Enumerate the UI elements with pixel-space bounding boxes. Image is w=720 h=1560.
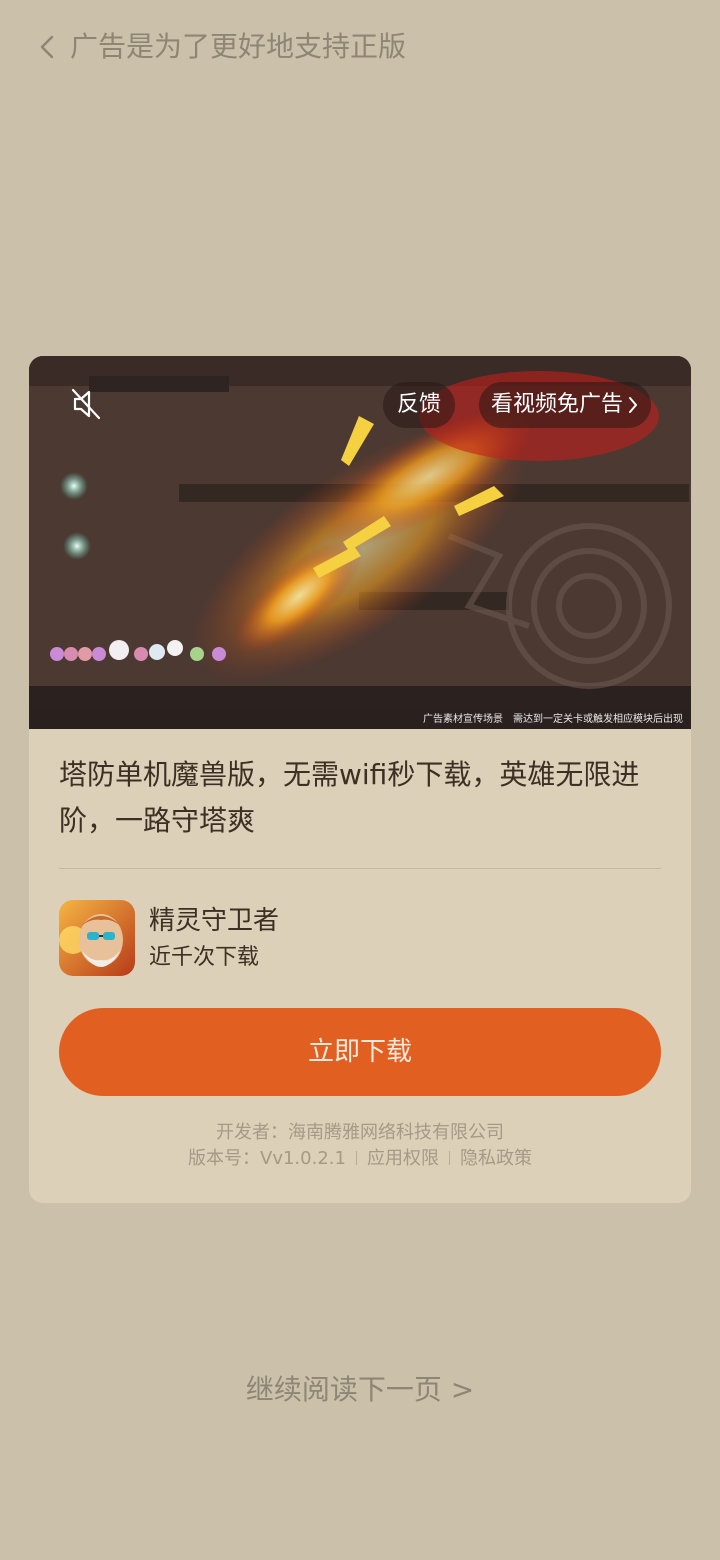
app-permissions-link[interactable]: 应用权限 [367,1148,439,1169]
watch-video-skip-ad-button[interactable]: 看视频免广告 [479,382,652,428]
app-name[interactable]: 精灵守卫者 [149,904,279,938]
developer-name: 海南腾雅网络科技有限公司 [288,1122,504,1143]
privacy-policy-link[interactable]: 隐私政策 [460,1148,532,1169]
version-label: 版本号： [188,1148,261,1169]
page-title: 广告是为了更好地支持正版 [70,30,407,63]
developer-label: 开发者： [216,1122,288,1143]
chevron-right-icon [629,397,638,413]
version-number: Vv1.0.2.1 [260,1148,346,1169]
ad-video[interactable]: 反馈 看视频免广告 广告素材宣传场景 需达到一定关卡或触发相应模块后出现 [29,356,691,729]
app-meta-line: 版本号：Vv1.0.2.1 应用权限 隐私政策 [29,1146,691,1172]
ad-card[interactable]: 反馈 看视频免广告 广告素材宣传场景 需达到一定关卡或触发相应模块后出现 塔防单… [29,356,691,1203]
chevron-left-icon [40,35,54,59]
app-logo-icon [59,900,135,976]
ad-media-caption: 广告素材宣传场景 需达到一定关卡或触发相应模块后出现 [423,714,683,725]
skip-ad-label: 看视频免广告 [491,392,624,417]
feedback-button[interactable]: 反馈 [383,382,456,428]
divider [59,868,661,869]
download-count: 近千次下载 [149,945,260,970]
separator [355,1151,357,1165]
mute-button[interactable] [69,386,105,422]
continue-reading-next-page-link[interactable]: 继续阅读下一页 > [0,1370,720,1410]
developer-info: 开发者：海南腾雅网络科技有限公司 [29,1120,691,1146]
download-now-button[interactable]: 立即下载 [59,1008,661,1096]
mute-icon [71,388,101,420]
app-icon[interactable] [59,900,135,976]
back-button[interactable] [32,28,62,66]
ad-headline[interactable]: 塔防单机魔兽版，无需wifi秒下载，英雄无限进阶，一路守塔爽 [59,752,663,844]
header-bar: 广告是为了更好地支持正版 [0,0,720,96]
separator [448,1151,450,1165]
